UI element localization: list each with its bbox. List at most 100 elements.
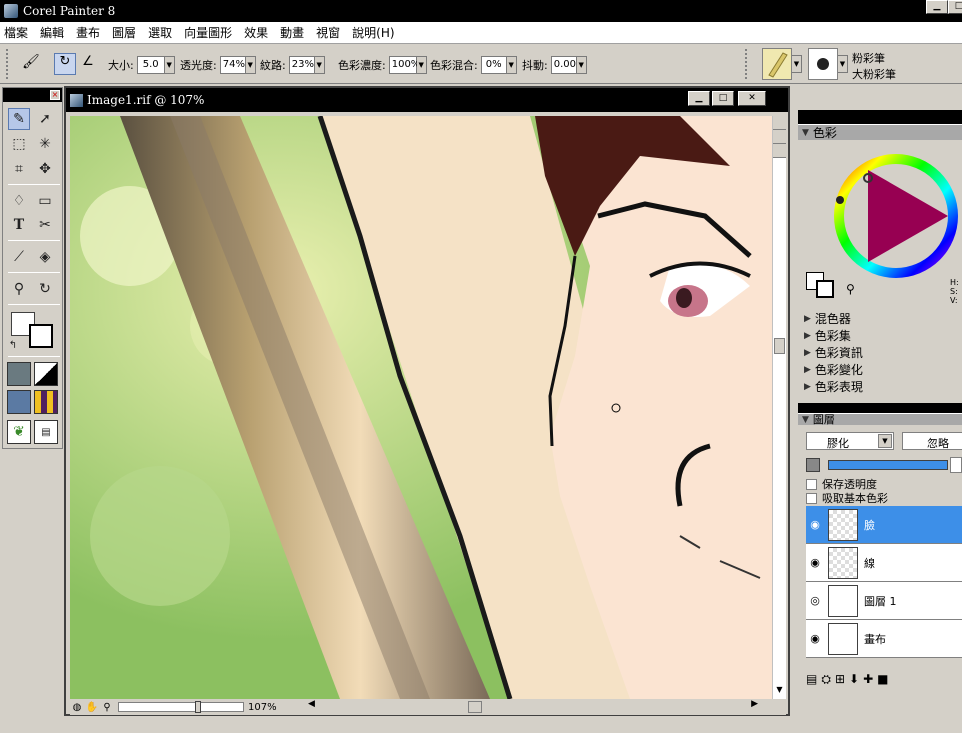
new-layer-icon[interactable]: ✚: [863, 672, 873, 687]
canvas-artwork[interactable]: [70, 116, 772, 699]
selection-adjuster-icon[interactable]: ✥: [34, 158, 56, 180]
brush-variant-label[interactable]: 大粉彩筆: [852, 66, 896, 82]
toolbox-titlebar[interactable]: ×: [3, 88, 62, 102]
scissors-icon[interactable]: ✂: [34, 214, 56, 236]
grain-input[interactable]: 23%: [288, 56, 315, 74]
visibility-eye-icon[interactable]: ◉: [806, 518, 824, 531]
minimize-button[interactable]: ▁: [926, 0, 948, 14]
bleed-input[interactable]: 0%: [480, 56, 507, 74]
paper-selector-icon[interactable]: [7, 362, 31, 386]
resaturation-input[interactable]: 100%: [388, 56, 420, 74]
text-icon[interactable]: T: [8, 214, 30, 236]
layer-commands-icon[interactable]: ▤: [806, 672, 817, 687]
pen-icon[interactable]: ♢: [8, 190, 30, 212]
panel-dock-titlebar[interactable]: [798, 110, 962, 124]
layer-mask-icon[interactable]: [806, 458, 820, 472]
color-sets-section[interactable]: ▶ 色彩集: [798, 327, 962, 344]
document-titlebar[interactable]: Image1.rif @ 107% ▁ □ ✕: [66, 88, 788, 112]
pick-up-color-row[interactable]: 吸取基本色彩: [806, 490, 888, 506]
tracing-toggle-icon[interactable]: [773, 144, 786, 158]
layer-row-layer1[interactable]: ◎ 圖層 1: [806, 582, 962, 620]
layers-dock-titlebar[interactable]: [798, 403, 962, 413]
brush-icon[interactable]: ✎: [8, 108, 30, 130]
doc-close-button[interactable]: ✕: [738, 91, 766, 106]
clone-color-icon[interactable]: ⚲: [846, 282, 855, 296]
zoom-slider[interactable]: [118, 701, 244, 713]
scroll-left-arrow[interactable]: ◀: [308, 699, 315, 709]
bleed-dropdown[interactable]: ▼: [506, 56, 517, 74]
straight-line-stroke-icon[interactable]: ∠: [78, 54, 98, 74]
vertical-scroll-thumb[interactable]: [774, 338, 785, 354]
canvas-vertical-scrollbar[interactable]: ▼: [772, 116, 786, 699]
pattern-selector-icon[interactable]: [7, 390, 31, 414]
size-dropdown[interactable]: ▼: [164, 56, 175, 74]
menu-help[interactable]: 說明(H): [352, 24, 394, 41]
mixer-section[interactable]: ▶ 混色器: [798, 310, 962, 327]
grabber-icon[interactable]: ✋: [84, 702, 100, 713]
paint-bucket-icon[interactable]: ◈: [34, 246, 56, 268]
preserve-transparency-checkbox[interactable]: [806, 478, 817, 490]
dropper-icon[interactable]: ⟋: [8, 246, 30, 268]
brush-variant-button[interactable]: [808, 48, 838, 80]
layer-group-icon[interactable]: ⊞: [835, 672, 845, 687]
crop-icon[interactable]: ⌗: [8, 158, 30, 180]
nozzle-selector-icon[interactable]: ❦: [7, 420, 31, 444]
menu-edit[interactable]: 編輯: [40, 24, 64, 41]
layer-row-canvas[interactable]: ◉ 畫布: [806, 620, 962, 658]
rotate-page-icon[interactable]: ↻: [34, 278, 56, 300]
menu-canvas[interactable]: 畫布: [76, 24, 100, 41]
maximize-button[interactable]: □: [948, 0, 962, 14]
dynamic-plugins-icon[interactable]: ⛭: [821, 672, 831, 687]
zoom-icon[interactable]: ⚲: [100, 702, 114, 713]
layer-row-face[interactable]: ◉ 臉: [806, 506, 962, 544]
opacity-input[interactable]: 74%: [219, 56, 246, 74]
zoom-slider-thumb[interactable]: [195, 701, 201, 713]
visibility-eye-icon[interactable]: ◉: [806, 556, 824, 569]
color-panel-header[interactable]: ▼ 色彩: [798, 124, 962, 140]
scroll-down-arrow[interactable]: ▼: [773, 685, 786, 699]
pick-up-color-checkbox[interactable]: [806, 492, 817, 504]
resaturation-dropdown[interactable]: ▼: [416, 56, 427, 74]
looks-selector-icon[interactable]: ▤: [34, 420, 58, 444]
toolbar-grip[interactable]: [6, 49, 12, 79]
toolbox-close-button[interactable]: ×: [50, 90, 60, 100]
menu-select[interactable]: 選取: [148, 24, 172, 41]
horizontal-scroll-thumb[interactable]: [468, 701, 482, 713]
doc-maximize-button[interactable]: □: [712, 91, 734, 106]
composite-method-select[interactable]: 膠化 ▼: [806, 432, 894, 450]
jitter-input[interactable]: 0.00: [550, 56, 577, 74]
layer-adjuster-icon[interactable]: ➚: [34, 108, 56, 130]
layers-panel-header[interactable]: ▼ 圖層: [798, 413, 962, 425]
ignore-select[interactable]: 忽略: [902, 432, 962, 450]
visibility-eye-icon[interactable]: ◉: [806, 632, 824, 645]
brush-variant-dropdown[interactable]: ▼: [838, 55, 848, 73]
size-input[interactable]: 5.0: [136, 56, 165, 74]
opacity-slider[interactable]: [828, 460, 948, 470]
color-wheel[interactable]: [798, 140, 962, 290]
freehand-stroke-icon[interactable]: ↻: [54, 53, 76, 75]
doc-minimize-button[interactable]: ▁: [688, 91, 710, 106]
menu-window[interactable]: 視窗: [316, 24, 340, 41]
menu-shapes[interactable]: 向量圖形: [184, 24, 232, 41]
brush-category-button[interactable]: [762, 48, 792, 80]
globe-icon[interactable]: ◍: [70, 702, 84, 713]
brush-tool-icon[interactable]: 🖌: [22, 54, 42, 74]
weaving-selector-icon[interactable]: [34, 390, 58, 414]
canvas-nav-icon[interactable]: [773, 116, 786, 130]
visibility-eye-icon[interactable]: ◎: [806, 594, 824, 607]
brush-selector-grip[interactable]: [745, 49, 751, 79]
rectangle-shape-icon[interactable]: ▭: [34, 190, 56, 212]
jitter-dropdown[interactable]: ▼: [576, 56, 587, 74]
secondary-color-swatch[interactable]: [816, 280, 834, 298]
chevron-down-icon[interactable]: ▼: [878, 434, 892, 448]
color-expression-section[interactable]: ▶ 色彩表現: [798, 378, 962, 395]
swap-colors-icon[interactable]: ↰: [6, 338, 20, 352]
color-variability-section[interactable]: ▶ 色彩變化: [798, 361, 962, 378]
gradient-selector-icon[interactable]: [34, 362, 58, 386]
canvas-horizontal-scrollbar[interactable]: ◀ ▶: [308, 699, 758, 713]
brush-category-label[interactable]: 粉彩筆: [852, 50, 885, 66]
opacity-dropdown[interactable]: ▼: [245, 56, 256, 74]
menu-effects[interactable]: 效果: [244, 24, 268, 41]
rectangular-selection-icon[interactable]: ⬚: [8, 133, 30, 155]
scroll-right-arrow[interactable]: ▶: [751, 699, 758, 709]
